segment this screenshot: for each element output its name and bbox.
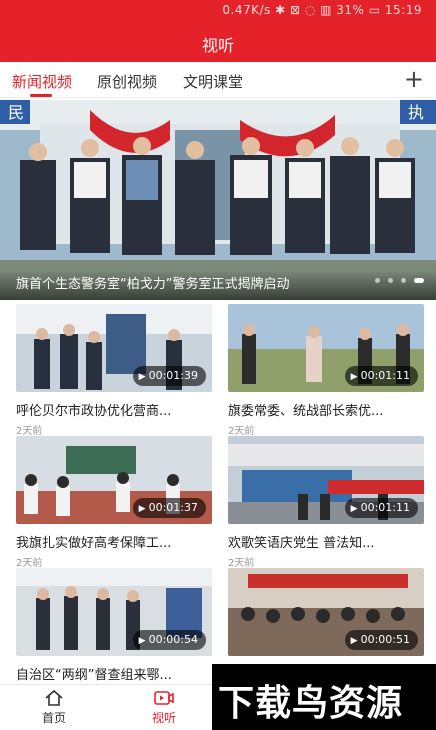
play-icon: ▶ — [350, 636, 358, 646]
home-icon — [45, 689, 63, 706]
duration-badge: ▶ 00:00:54 — [132, 630, 206, 650]
video-time: 2天前 — [228, 426, 255, 437]
video-card[interactable]: ▶ 00:00:54 自治区“两纲”督查组来鄂... — [16, 568, 212, 683]
play-icon: ▶ — [138, 372, 146, 382]
video-title[interactable]: 我旗扎实做好高考保障工... — [16, 532, 212, 551]
status-bar: 0.47K/s ✱ ⊠ ◌ ▥ 31% ▭ 15:19 — [0, 0, 436, 22]
video-thumbnail[interactable]: ▶ 00:01:39 — [16, 304, 212, 392]
hero-sign-right: 执 — [408, 103, 424, 122]
duration-text: 00:01:11 — [360, 369, 410, 382]
video-title[interactable]: 呼伦贝尔市政协优化营商... — [16, 400, 212, 419]
video-title[interactable]: 欢歌笑语庆党生 普法知... — [228, 532, 424, 551]
play-icon: ▶ — [350, 372, 358, 382]
tab-original-video[interactable]: 原创视频 — [97, 71, 157, 92]
carousel-indicator — [372, 268, 424, 287]
video-thumbnail[interactable]: ▶ 00:01:37 — [16, 436, 212, 524]
active-tab-indicator — [30, 94, 52, 97]
video-thumbnail[interactable]: ▶ 00:01:11 — [228, 304, 424, 392]
video-title[interactable]: 自治区“两纲”督查组来鄂... — [16, 664, 212, 683]
video-time: 2天前 — [228, 558, 255, 569]
video-card[interactable]: ▶ 00:01:11 旗委常委、统战部长索优... 2天前 — [228, 304, 424, 437]
nav-video-label: 视听 — [151, 711, 176, 725]
hero-caption-bar: 旗首个生态警务室“柏戈力”警务室正式揭牌启动 — [0, 270, 436, 300]
tab-news-video[interactable]: 新闻视频 — [12, 71, 72, 92]
watermark-text: 下载鸟资源 — [218, 683, 404, 724]
duration-badge: ▶ 00:00:51 — [344, 630, 418, 650]
hero-carousel[interactable]: 民 执 旗首个生态警务室“柏戈力”警务室正式揭牌启动 — [0, 100, 436, 300]
duration-badge: ▶ 00:01:39 — [132, 366, 206, 386]
duration-text: 00:01:11 — [360, 501, 410, 514]
video-icon — [154, 691, 174, 705]
video-card[interactable]: ▶ 00:01:37 我旗扎实做好高考保障工... 2天前 — [16, 436, 212, 569]
carousel-dot — [400, 278, 406, 283]
tab-civility-class[interactable]: 文明课堂 — [183, 71, 243, 92]
category-tabs: 新闻视频 原创视频 文明课堂 + — [0, 62, 436, 98]
carousel-dot — [387, 278, 393, 283]
video-time: 2天前 — [16, 426, 43, 437]
app-bar: 视听 — [0, 22, 436, 62]
video-thumbnail[interactable]: ▶ 00:01:11 — [228, 436, 424, 524]
nav-video[interactable]: 视听 — [124, 689, 204, 726]
duration-badge: ▶ 00:01:11 — [344, 366, 418, 386]
watermark: 下载鸟资源 — [212, 664, 436, 730]
duration-text: 00:01:39 — [148, 369, 198, 382]
nav-home-label: 首页 — [41, 711, 66, 725]
carousel-dot-active — [414, 278, 424, 283]
page-title: 视听 — [201, 36, 234, 55]
duration-text: 00:00:51 — [360, 633, 410, 646]
video-title[interactable]: 旗委常委、统战部长索优... — [228, 400, 424, 419]
video-thumbnail[interactable]: ▶ 00:00:51 — [228, 568, 424, 656]
video-card[interactable]: ▶ 00:01:11 欢歌笑语庆党生 普法知... 2天前 — [228, 436, 424, 569]
duration-badge: ▶ 00:01:37 — [132, 498, 206, 518]
nav-home[interactable]: 首页 — [14, 689, 94, 726]
video-card[interactable]: ▶ 00:00:51 — [228, 568, 424, 656]
video-time: 2天前 — [16, 558, 43, 569]
plus-icon[interactable]: + — [404, 66, 424, 92]
video-thumbnail[interactable]: ▶ 00:00:54 — [16, 568, 212, 656]
duration-text: 00:01:37 — [148, 501, 198, 514]
hero-caption[interactable]: 旗首个生态警务室“柏戈力”警务室正式揭牌启动 — [16, 273, 289, 292]
play-icon: ▶ — [138, 636, 146, 646]
play-icon: ▶ — [138, 504, 146, 514]
duration-text: 00:00:54 — [148, 633, 198, 646]
carousel-dot — [374, 278, 380, 283]
hero-sign-left: 民 — [8, 103, 24, 122]
play-icon: ▶ — [350, 504, 358, 514]
video-card[interactable]: ▶ 00:01:39 呼伦贝尔市政协优化营商... 2天前 — [16, 304, 212, 437]
duration-badge: ▶ 00:01:11 — [344, 498, 418, 518]
status-bar-info: 0.47K/s ✱ ⊠ ◌ ▥ 31% ▭ 15:19 — [222, 3, 422, 17]
